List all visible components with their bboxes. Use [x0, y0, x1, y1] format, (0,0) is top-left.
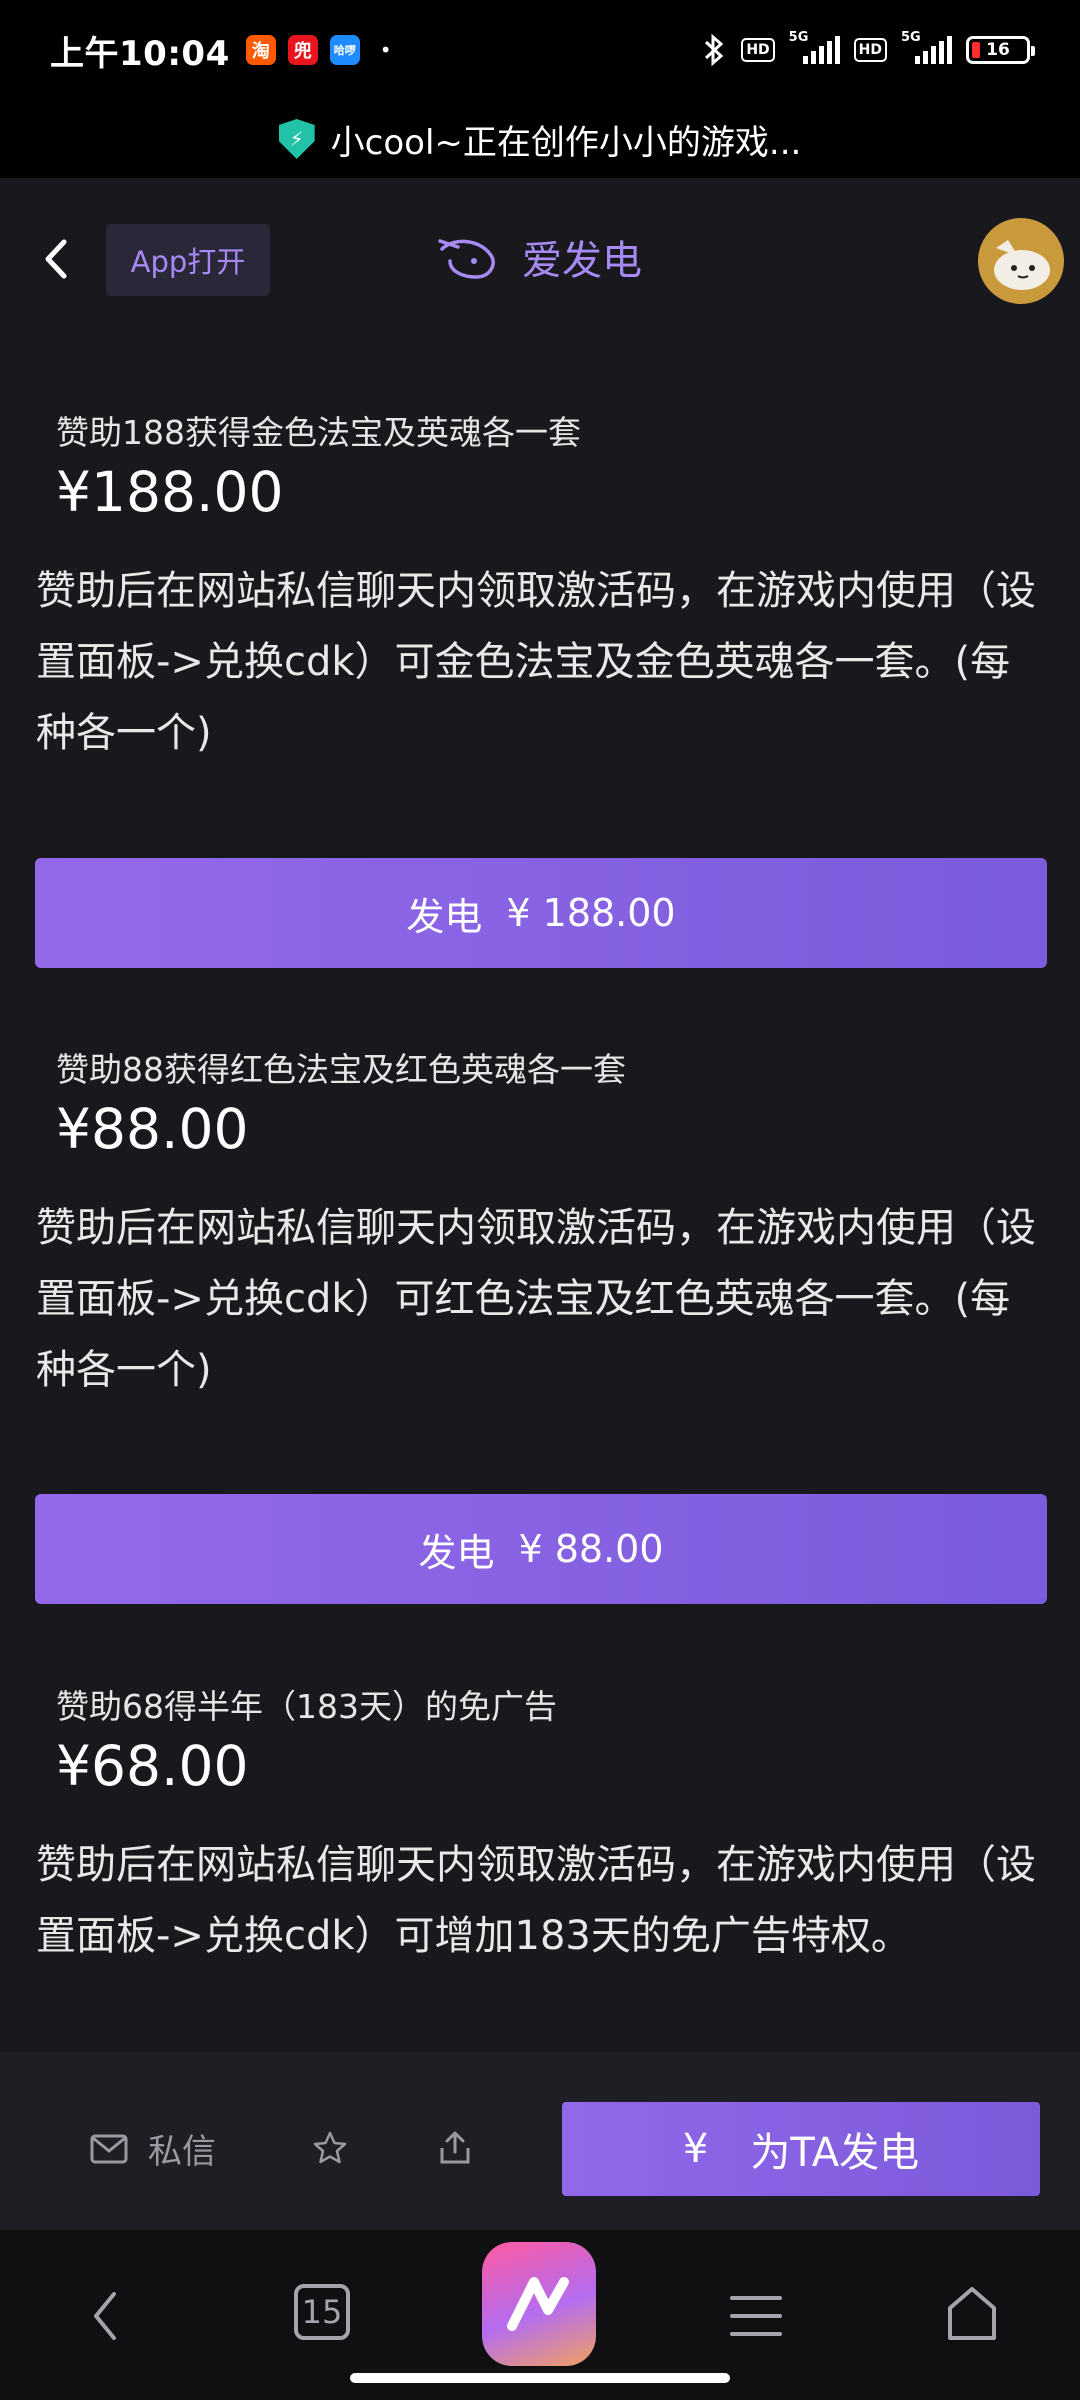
tier-price: ¥188.00: [56, 460, 284, 524]
private-message-label: 私信: [148, 2132, 216, 2172]
brand-logo[interactable]: 爱发电: [436, 228, 642, 286]
button-price: ¥ 188.00: [506, 891, 676, 935]
status-bar: 上午10:04 淘 兜 哈啰 • HD 5G HD 5G 16: [0, 0, 1080, 100]
browser-logo-icon: [507, 2277, 569, 2331]
browser-home-logo-button[interactable]: [482, 2242, 596, 2366]
bluetooth-icon: [705, 33, 724, 67]
home-indicator[interactable]: [350, 2373, 730, 2383]
support-creator-button[interactable]: ¥ 为TA发电: [562, 2102, 1040, 2196]
open-in-app-button[interactable]: App打开: [106, 224, 270, 296]
more-notifications-dot-icon: •: [379, 38, 392, 62]
hd-voice-icon: HD: [741, 38, 775, 62]
tier-title: 赞助188获得金色法宝及英魂各一套: [56, 413, 581, 452]
avatar[interactable]: [978, 218, 1064, 304]
share-icon: [440, 2131, 470, 2164]
brand-logo-icon: [438, 239, 495, 279]
tab-count: 15: [301, 2293, 343, 2331]
browser-back-icon[interactable]: [88, 2288, 124, 2344]
button-label: 发电: [406, 894, 483, 939]
page-content[interactable]: App打开 爱发电 赞助188获得金色法宝及英魂各一套 ¥188.00 赞助后在…: [0, 178, 1080, 2230]
back-icon[interactable]: [36, 234, 76, 284]
tier-title: 赞助88获得红色法宝及红色英魂各一套: [56, 1050, 626, 1089]
signal-strength-icon: 5G: [789, 30, 840, 64]
share-button[interactable]: [438, 2130, 472, 2166]
signal-strength-icon-2: 5G: [901, 30, 952, 64]
status-time: 上午10:04: [50, 33, 230, 74]
page-header: App打开 爱发电: [0, 178, 1080, 348]
page-title: 小cool~正在创作小小的游戏...: [330, 122, 802, 163]
mail-icon: [90, 2134, 128, 2163]
hd-voice-icon-2: HD: [853, 38, 887, 62]
battery-icon: 16: [966, 36, 1035, 64]
tier-description: 赞助后在网站私信聊天内领取激活码，在游戏内使用（设置面板->兑换cdk）可金色法…: [36, 568, 1036, 756]
notification-app-icon: 兜: [287, 35, 318, 65]
browser-title-bar[interactable]: ⚡ 小cool~正在创作小小的游戏...: [0, 100, 1080, 178]
hellobike-app-icon: 哈啰: [329, 35, 360, 65]
button-price: ¥ 88.00: [518, 1527, 664, 1571]
tier-description: 赞助后在网站私信聊天内领取激活码，在游戏内使用（设置面板->兑换cdk）可红色法…: [36, 1205, 1036, 1393]
brand-name: 爱发电: [522, 238, 642, 284]
tier-description: 赞助后在网站私信聊天内领取激活码，在游戏内使用（设置面板->兑换cdk）可增加1…: [36, 1842, 1036, 1959]
favorite-button[interactable]: [312, 2130, 348, 2166]
taobao-app-icon: 淘: [245, 35, 276, 65]
sponsor-88-button[interactable]: 发电 ¥ 88.00: [35, 1494, 1047, 1604]
tabs-button[interactable]: 15: [294, 2284, 350, 2340]
tier-title: 赞助68得半年（183天）的免广告: [56, 1687, 557, 1726]
tier-price: ¥68.00: [56, 1734, 249, 1798]
avatar-image: [994, 240, 1050, 290]
security-shield-icon: ⚡: [278, 119, 315, 159]
star-icon: [313, 2131, 347, 2164]
tier-price: ¥88.00: [56, 1097, 249, 1161]
sponsor-188-button[interactable]: 发电 ¥ 188.00: [35, 858, 1047, 968]
menu-icon[interactable]: [730, 2292, 782, 2340]
currency-icon: ¥: [682, 2126, 709, 2172]
home-icon[interactable]: [944, 2284, 1000, 2344]
private-message-button[interactable]: 私信: [90, 2124, 216, 2173]
support-creator-label: 为TA发电: [750, 2130, 920, 2176]
button-label: 发电: [418, 1530, 495, 1575]
